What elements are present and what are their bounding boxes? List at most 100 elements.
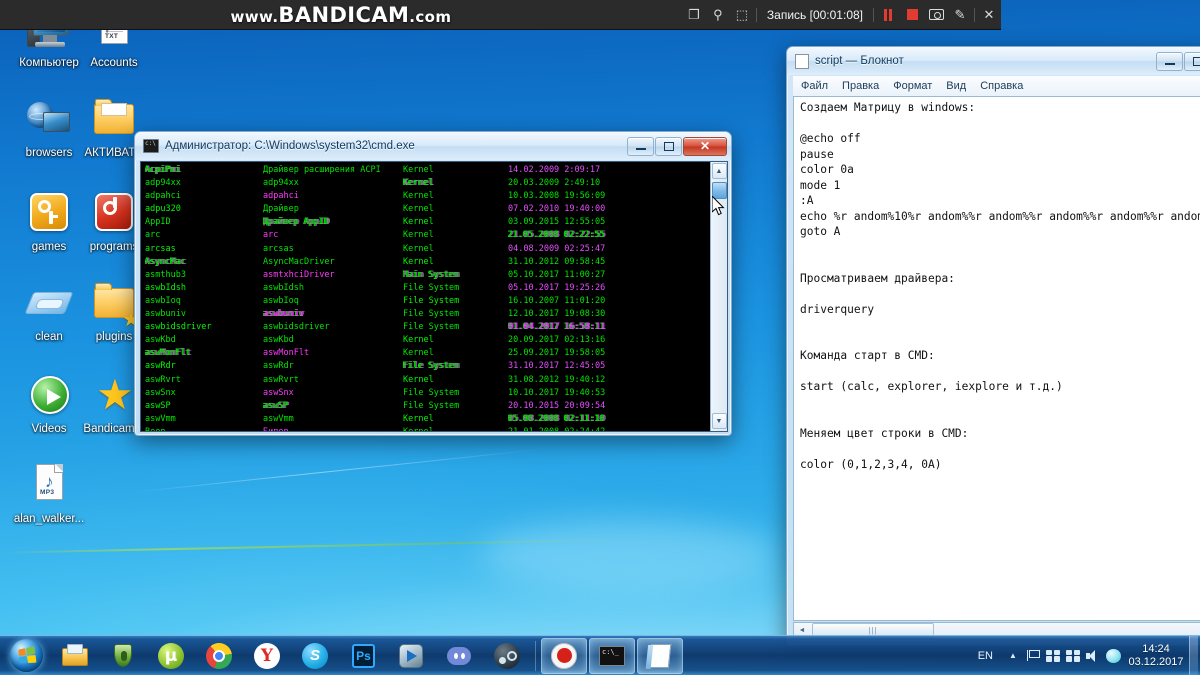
clock[interactable]: 14:24 03.12.2017 [1123,643,1185,669]
key-tile-icon [25,190,73,238]
discord-icon [445,642,473,670]
system-tray[interactable]: EN ▲ 14:24 03.12.2017 [978,635,1200,675]
menu-item-view[interactable]: Вид [946,80,966,92]
region-icon[interactable]: ⬚ [730,3,754,27]
draw-button[interactable]: ✎ [948,3,972,27]
notepad-text-area[interactable]: Создаем Матрицу в windows: @echo off pau… [793,96,1200,621]
scroll-up-button[interactable]: ▲ [711,163,727,179]
cmd-console-area[interactable]: AcpiPmi Драйвер расширения ACPI Kernel 14.0… [140,161,728,432]
cmd-driver-name: aswRdr [145,361,176,372]
language-indicator[interactable]: EN [978,650,993,662]
cmd-driver-name: aswbidsdriver [145,322,212,333]
cmd-icon [143,139,159,153]
taskbar[interactable]: µ Y S Ps EN ▲ [0,635,1200,675]
cmd-driver-type: File System [403,400,460,411]
taskbar-item-photoshop[interactable]: Ps [340,638,386,674]
menu-item-format[interactable]: Формат [893,80,932,92]
cmd-driver-type: Kernel [403,243,434,254]
taskbar-item-yandex[interactable]: Y [244,638,290,674]
maximize-button[interactable] [655,136,682,156]
cmd-console-output: AcpiPmi Драйвер расширения ACPI Kernel 14.0… [141,162,710,431]
recording-status-label: Запись [00:01:08] [766,7,863,22]
cmd-window-controls[interactable]: ✕ [627,136,727,156]
cmd-driver-type: File System [403,322,460,333]
menu-item-edit[interactable]: Правка [842,80,879,92]
screenshot-button[interactable] [924,3,948,27]
photoshop-glyph: Ps [352,643,375,668]
menu-item-file[interactable]: Файл [801,80,828,92]
screen-mode-icon[interactable]: ❐ [682,3,706,27]
cmd-driver-date: 04.08.2009 02:25:47 [508,243,606,254]
cmd-output-row: adpahci adpahci Kernel 10.03.2008 19:56:09 [145,190,710,203]
cmd-driver-name: adp94xx [145,178,181,189]
show-hidden-icons-button[interactable]: ▲ [1003,642,1023,670]
pause-button[interactable] [876,3,900,27]
skype-glyph: S [302,642,328,669]
taskbar-item-discord[interactable] [436,638,482,674]
notepad-title-bar[interactable]: script — Блокнот [787,47,1200,75]
network-icon[interactable] [1063,642,1083,670]
notepad-window[interactable]: script — Блокнот Файл Правка Формат Вид … [786,46,1200,646]
taskbar-item-skype[interactable]: S [292,638,338,674]
menu-item-help[interactable]: Справка [980,80,1023,92]
search-icon[interactable]: ⚲ [706,3,730,27]
cmd-driver-date: 14.02.2009 2:09:17 [508,165,601,175]
taskbar-item-chrome[interactable] [196,638,242,674]
taskbar-item-cmd[interactable] [589,637,635,674]
taskbar-item-utorrent[interactable]: µ [148,638,194,674]
cmd-driver-name: arcsas [145,243,176,254]
cmd-scrollbar[interactable]: ▲ ▼ [710,162,727,431]
cmd-driver-date: 05.08.2008 02:11:10 [508,413,606,424]
cmd-driver-display: Драйвер расширения ACPI [263,165,381,175]
cmd-output-row: BeepБиперKernel21.01.2008 02:24:42 [145,426,710,431]
clock-time: 14:24 [1142,642,1170,655]
divider [873,7,874,22]
cmd-driver-name: aswbuniv [145,309,186,320]
notepad-window-controls[interactable] [1156,51,1200,71]
minimize-button[interactable] [627,136,654,156]
close-icon[interactable]: ✕ [977,3,1001,27]
taskbar-item-steam[interactable] [484,638,530,674]
cmd-window[interactable]: Администратор: C:\Windows\system32\cmd.e… [134,131,732,436]
cmd-driver-name: aswbIdsh [145,282,186,293]
utorrent-glyph: µ [158,642,184,669]
steam-icon [493,642,521,670]
desktop-icon-label: Accounts [90,57,138,69]
cmd-driver-display: asmtxhciDriver [263,269,335,280]
volume-icon[interactable] [1083,642,1103,670]
notepad-menu-bar[interactable]: Файл Правка Формат Вид Справка [793,76,1200,96]
taskbar-item-media-player[interactable] [388,638,434,674]
show-desktop-button[interactable] [1189,635,1198,675]
cmd-driver-date: 31.10.2012 09:58:45 [508,256,606,267]
action-flag-icon[interactable] [1023,642,1043,670]
cmd-driver-type: Kernel [403,191,434,202]
windows-tray-icon[interactable] [1043,642,1063,670]
taskbar-item-antivirus[interactable] [100,638,146,674]
cmd-driver-date: 05.10.2017 11:00:27 [508,269,606,280]
cmd-output-row: AsyncMac AsyncMacDriver Kernel 31.10.2012 0… [145,256,710,269]
stop-button[interactable] [900,3,924,27]
cmd-title-bar[interactable]: Администратор: C:\Windows\system32\cmd.e… [135,132,731,160]
taskbar-item-notepad[interactable] [637,637,683,674]
desktop-icon-label: alan_walker... [13,513,85,525]
cmd-driver-type: File System [403,387,460,398]
maximize-button[interactable] [1184,51,1200,71]
bandicam-overlay-bar[interactable]: www.BANDICAM.com ❐ ⚲ ⬚ Запись [00:01:08]… [0,0,1001,30]
bandicam-watermark: www.BANDICAM.com [230,2,452,27]
taskbar-item-bandicam[interactable] [541,637,587,674]
mp3-file-icon: ♪ MP3 [25,462,73,510]
taskbar-item-explorer[interactable] [52,638,98,674]
cmd-driver-date: 12.10.2017 19:08:30 [508,309,606,320]
start-button[interactable] [1,637,51,675]
antivirus-tray-icon[interactable] [1103,642,1123,670]
scroll-down-button[interactable]: ▼ [711,413,727,429]
cmd-driver-display: adp94xx [263,178,299,189]
desktop-icon-alan-walker-mp3[interactable]: ♪ MP3 alan_walker... [3,462,95,526]
cmd-driver-display: aswbuniv [263,309,304,320]
cmd-driver-name: asmthub3 [145,269,186,280]
close-button[interactable]: ✕ [683,136,727,156]
cmd-driver-date: 20.03.2009 2:49:10 [508,178,601,189]
scrollbar-thumb[interactable] [712,182,727,199]
minimize-button[interactable] [1156,51,1183,71]
cmd-driver-date: 03.09.2015 12:55:05 [508,217,606,228]
